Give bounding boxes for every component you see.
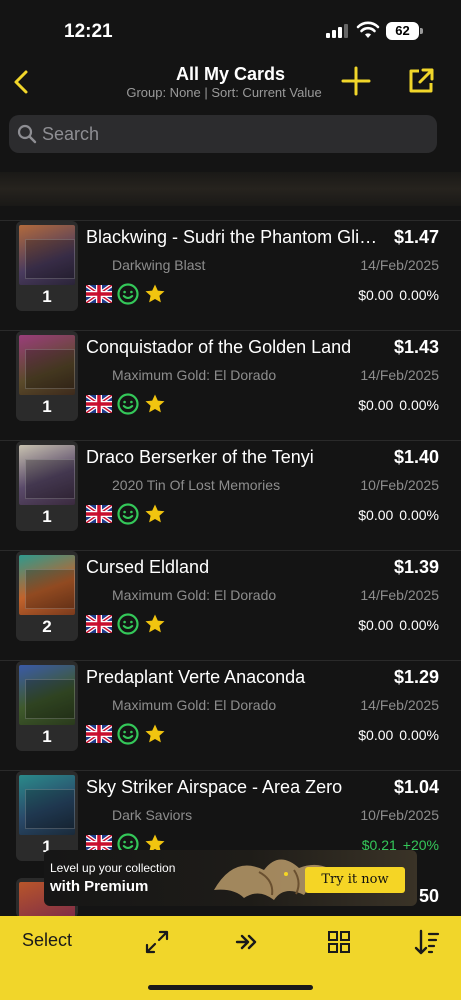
star-icon — [145, 504, 165, 523]
card-set: Maximum Gold: El Dorado — [112, 367, 277, 383]
condition-smiley-icon — [117, 283, 139, 305]
condition-smiley-icon — [117, 503, 139, 525]
card-price: $1.43 — [393, 337, 439, 357]
select-button[interactable]: Select — [22, 930, 72, 951]
page-title: All My Cards — [175, 64, 286, 84]
card-quantity: 1 — [42, 727, 52, 746]
card-name: Predaplant Verte Anaconda — [86, 667, 306, 687]
card-row[interactable]: 1 Conquistador of the Golden Land $1.43 … — [0, 330, 461, 440]
try-premium-button[interactable]: Try it now — [305, 867, 405, 893]
search-input[interactable] — [42, 115, 422, 153]
search-bar — [9, 115, 437, 153]
grid-icon[interactable] — [325, 928, 353, 956]
search-icon — [17, 124, 37, 144]
chevrons-right-icon[interactable] — [234, 928, 262, 956]
card-name: Conquistador of the Golden Land — [86, 337, 352, 357]
card-quantity: 2 — [42, 617, 52, 636]
card-name: Draco Berserker of the Tenyi — [86, 447, 314, 467]
card-row[interactable]: 1 Blackwing - Sudri the Phantom Glimmer … — [0, 220, 461, 330]
star-icon — [145, 284, 165, 303]
battery-tip — [420, 28, 423, 34]
card-change: $0.00 0.00% — [358, 287, 439, 303]
card-date: 14/Feb/2025 — [360, 587, 439, 603]
status-time: 12:21 — [64, 21, 113, 42]
uk-flag-icon — [86, 505, 112, 523]
sort-icon[interactable] — [413, 928, 441, 956]
uk-flag-icon — [86, 725, 112, 743]
status-bar: 12:21 62 — [0, 0, 461, 56]
card-date: 10/Feb/2025 — [360, 807, 439, 823]
card-date: 10/Feb/2025 — [360, 477, 439, 493]
card-price: $1.39 — [393, 557, 439, 577]
card-change: $0.00 0.00% — [358, 507, 439, 523]
card-thumbnail: 1 — [16, 771, 78, 861]
card-name: Blackwing - Sudri the Phantom Glimmer — [86, 227, 382, 247]
card-change: $0.00 0.00% — [358, 617, 439, 633]
battery-icon: 62 — [386, 22, 419, 40]
card-row[interactable]: 1 Predaplant Verte Anaconda $1.29 Maximu… — [0, 660, 461, 770]
condition-smiley-icon — [117, 613, 139, 635]
card-price: 50 — [418, 886, 439, 906]
promo-text: Level up your collection — [50, 861, 176, 875]
card-quantity: 1 — [42, 397, 52, 416]
card-set: Dark Saviors — [112, 807, 193, 823]
card-name: Sky Striker Airspace - Area Zero — [86, 777, 343, 797]
card-quantity: 1 — [42, 507, 52, 526]
nav-bar: All My Cards Group: None | Sort: Current… — [0, 56, 461, 106]
card-date: 14/Feb/2025 — [360, 697, 439, 713]
uk-flag-icon — [86, 285, 112, 303]
cellular-signal-icon — [326, 24, 348, 38]
share-icon[interactable] — [406, 66, 436, 96]
card-price: $1.29 — [393, 667, 439, 687]
card-thumbnail: 1 — [16, 441, 78, 531]
card-set: Maximum Gold: El Dorado — [112, 587, 277, 603]
card-set: Darkwing Blast — [112, 257, 206, 273]
uk-flag-icon — [86, 615, 112, 633]
card-thumbnail: 1 — [16, 221, 78, 311]
card-row[interactable]: 1 Draco Berserker of the Tenyi $1.40 202… — [0, 440, 461, 550]
card-price: $1.47 — [393, 227, 439, 247]
card-set: 2020 Tin Of Lost Memories — [112, 477, 281, 493]
uk-flag-icon — [86, 395, 112, 413]
star-icon — [145, 614, 165, 633]
star-icon — [145, 394, 165, 413]
home-indicator — [148, 985, 313, 990]
plus-icon[interactable] — [340, 65, 372, 97]
bottom-toolbar: Select — [0, 916, 461, 1000]
card-price: $1.04 — [393, 777, 439, 797]
card-quantity: 1 — [42, 287, 52, 306]
card-set: Maximum Gold: El Dorado — [112, 697, 277, 713]
card-date: 14/Feb/2025 — [360, 257, 439, 273]
card-thumbnail: 1 — [16, 661, 78, 751]
card-name: Cursed Eldland — [86, 557, 210, 577]
premium-banner[interactable]: Level up your collection with Premium Tr… — [44, 850, 417, 906]
condition-smiley-icon — [117, 393, 139, 415]
section-divider — [0, 172, 461, 206]
promo-headline: with Premium — [50, 878, 149, 895]
wifi-icon — [356, 21, 380, 38]
card-date: 14/Feb/2025 — [360, 367, 439, 383]
card-thumbnail: 2 — [16, 551, 78, 641]
page-subtitle: Group: None | Sort: Current Value — [126, 85, 322, 100]
card-row[interactable]: 2 Cursed Eldland $1.39 Maximum Gold: El … — [0, 550, 461, 660]
condition-smiley-icon — [117, 723, 139, 745]
card-thumbnail: 1 — [16, 331, 78, 421]
card-price: $1.40 — [393, 447, 439, 467]
card-change: $0.00 0.00% — [358, 397, 439, 413]
card-change: $0.00 0.00% — [358, 727, 439, 743]
star-icon — [145, 724, 165, 743]
expand-icon[interactable] — [143, 928, 171, 956]
